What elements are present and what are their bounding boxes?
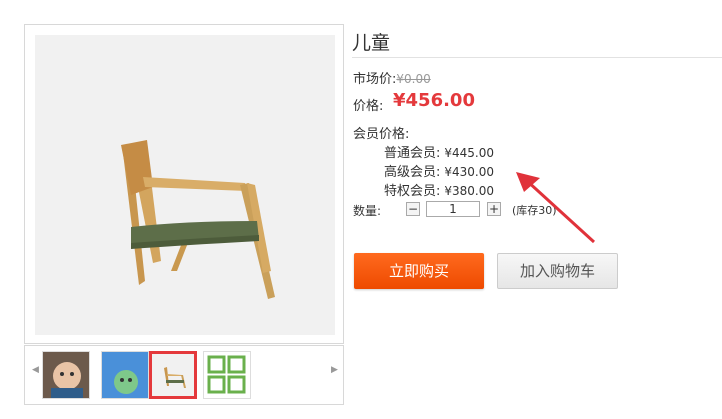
grid-icon xyxy=(207,355,246,394)
quantity-label: 数量: xyxy=(353,204,382,218)
thumbnail-grid[interactable] xyxy=(203,351,251,399)
quantity-minus-button[interactable]: − xyxy=(406,202,420,216)
market-price-row: 市场价:¥0.00 xyxy=(353,68,431,87)
member-level-label: 特权会员: xyxy=(384,184,441,199)
thumbnail-cartoon[interactable] xyxy=(101,351,149,399)
arrow-left-icon[interactable]: ◀ xyxy=(32,365,39,375)
chair-image xyxy=(121,140,275,299)
thumbnail-chair[interactable] xyxy=(149,351,197,399)
arrow-right-icon[interactable]: ▶ xyxy=(331,365,338,375)
child-photo-image xyxy=(43,352,89,398)
quantity-plus-button[interactable]: + xyxy=(487,202,501,216)
member-price-row-senior: 高级会员: ¥430.00 xyxy=(384,161,494,180)
product-title: 儿童 xyxy=(352,32,391,54)
quantity-input[interactable] xyxy=(426,201,480,217)
market-price-label: 市场价: xyxy=(353,72,397,87)
main-product-image xyxy=(35,35,335,335)
member-price-row-normal: 普通会员: ¥445.00 xyxy=(384,142,494,161)
cartoon-avatar-image xyxy=(102,352,148,398)
member-price-label: 会员价格: xyxy=(353,127,410,142)
member-price-value: ¥380.00 xyxy=(444,184,495,198)
member-price-value: ¥430.00 xyxy=(444,165,495,179)
add-to-cart-button[interactable]: 加入购物车 xyxy=(497,253,618,289)
member-level-label: 普通会员: xyxy=(384,146,441,161)
market-price-value: ¥0.00 xyxy=(396,72,431,86)
chair-thumb-image xyxy=(152,354,194,396)
member-level-label: 高级会员: xyxy=(384,165,441,180)
price-value: ¥456.00 xyxy=(393,90,475,111)
member-price-row-privilege: 特权会员: ¥380.00 xyxy=(384,180,494,199)
annotation-arrow-icon xyxy=(516,172,596,244)
price-label: 价格: xyxy=(353,99,384,114)
title-divider xyxy=(352,57,722,58)
thumbnail-child-photo[interactable] xyxy=(42,351,90,399)
member-price-value: ¥445.00 xyxy=(444,146,495,160)
buy-now-button[interactable]: 立即购买 xyxy=(354,253,484,289)
